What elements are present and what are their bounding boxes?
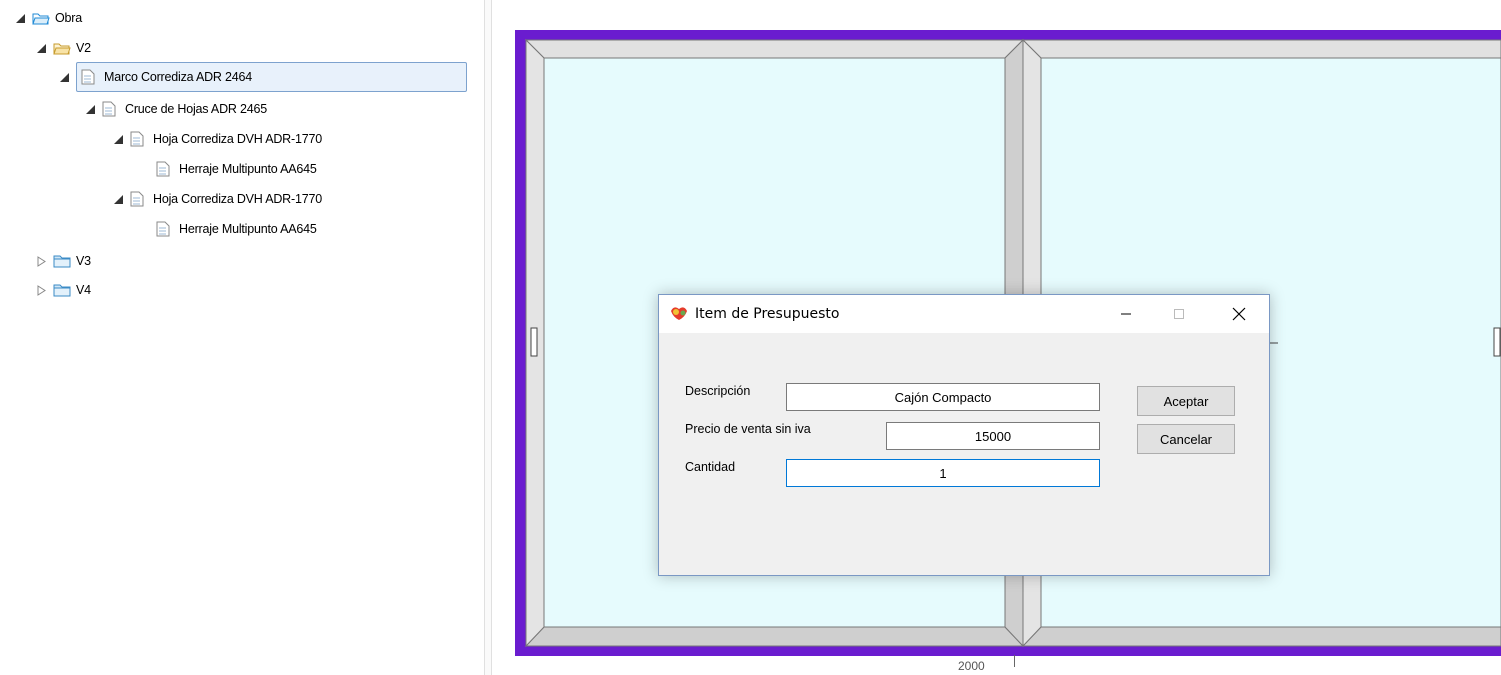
- folder-icon: [53, 253, 71, 269]
- expanded-arrow-icon[interactable]: [58, 71, 70, 83]
- close-button[interactable]: [1216, 295, 1262, 333]
- maximize-icon: [1174, 309, 1184, 319]
- expanded-arrow-icon[interactable]: [14, 12, 26, 24]
- tree-node-label: Obra: [55, 11, 82, 25]
- maximize-button[interactable]: [1156, 295, 1202, 333]
- tree-node-v3[interactable]: V3: [35, 251, 91, 271]
- expanded-arrow-icon[interactable]: [112, 193, 124, 205]
- tree-node-v4[interactable]: V4: [35, 280, 91, 300]
- panel-splitter[interactable]: [484, 0, 492, 675]
- left-handle[interactable]: [530, 327, 538, 357]
- minimize-icon: [1121, 313, 1131, 315]
- item-presupuesto-dialog[interactable]: Item de Presupuesto Descripción Precio d…: [658, 294, 1270, 576]
- app-icon: [669, 305, 689, 321]
- tree-node-herraje-2[interactable]: Herraje Multipunto AA645: [156, 219, 317, 239]
- descripcion-field[interactable]: [786, 383, 1100, 411]
- tree-panel[interactable]: Obra V2 Marco Corrediza ADR 2464 Cruce d…: [0, 0, 484, 675]
- tree-node-obra[interactable]: Obra: [14, 8, 82, 28]
- tree-node-herraje-1[interactable]: Herraje Multipunto AA645: [156, 159, 317, 179]
- tree-node-marco[interactable]: Marco Corrediza ADR 2464: [58, 62, 467, 92]
- cantidad-label: Cantidad: [685, 460, 736, 474]
- document-icon: [156, 161, 174, 177]
- selected-highlight[interactable]: Marco Corrediza ADR 2464: [76, 62, 467, 92]
- expanded-arrow-icon[interactable]: [35, 42, 47, 54]
- minimize-button[interactable]: [1103, 295, 1149, 333]
- precio-label: Precio de venta sin iva: [685, 422, 811, 436]
- dialog-titlebar[interactable]: Item de Presupuesto: [659, 295, 1269, 333]
- tree-node-label: V2: [76, 41, 91, 55]
- tree-node-label: Herraje Multipunto AA645: [179, 222, 317, 236]
- document-icon: [102, 101, 120, 117]
- close-icon: [1232, 307, 1246, 321]
- collapsed-arrow-icon[interactable]: [35, 284, 47, 296]
- open-folder-icon: [53, 40, 71, 56]
- open-folder-icon: [32, 10, 50, 26]
- right-handle[interactable]: [1493, 327, 1501, 357]
- folder-icon: [53, 282, 71, 298]
- cantidad-field[interactable]: [786, 459, 1100, 487]
- expanded-arrow-icon[interactable]: [84, 103, 96, 115]
- tree-node-label: V3: [76, 254, 91, 268]
- document-icon: [130, 131, 148, 147]
- tree-node-label: V4: [76, 283, 91, 297]
- aceptar-button[interactable]: Aceptar: [1137, 386, 1235, 416]
- precio-field[interactable]: [886, 422, 1100, 450]
- document-icon: [130, 191, 148, 207]
- descripcion-label: Descripción: [685, 384, 751, 398]
- dimension-label: 2000: [958, 659, 985, 673]
- tree-node-label: Marco Corrediza ADR 2464: [104, 70, 253, 84]
- tree-node-label: Herraje Multipunto AA645: [179, 162, 317, 176]
- tree-node-v2[interactable]: V2: [35, 38, 91, 58]
- dimension-tick: [1014, 655, 1015, 667]
- tree-node-label: Hoja Corrediza DVH ADR-1770: [153, 192, 322, 206]
- tree-node-hoja-2[interactable]: Hoja Corrediza DVH ADR-1770: [112, 189, 322, 209]
- document-icon: [81, 69, 99, 85]
- cancelar-button[interactable]: Cancelar: [1137, 424, 1235, 454]
- tree-node-cruce[interactable]: Cruce de Hojas ADR 2465: [84, 99, 267, 119]
- dialog-title: Item de Presupuesto: [695, 306, 840, 322]
- tree-node-label: Cruce de Hojas ADR 2465: [125, 102, 268, 116]
- tree-node-hoja-1[interactable]: Hoja Corrediza DVH ADR-1770: [112, 129, 322, 149]
- tree-node-label: Hoja Corrediza DVH ADR-1770: [153, 132, 322, 146]
- document-icon: [156, 221, 174, 237]
- collapsed-arrow-icon[interactable]: [35, 255, 47, 267]
- expanded-arrow-icon[interactable]: [112, 133, 124, 145]
